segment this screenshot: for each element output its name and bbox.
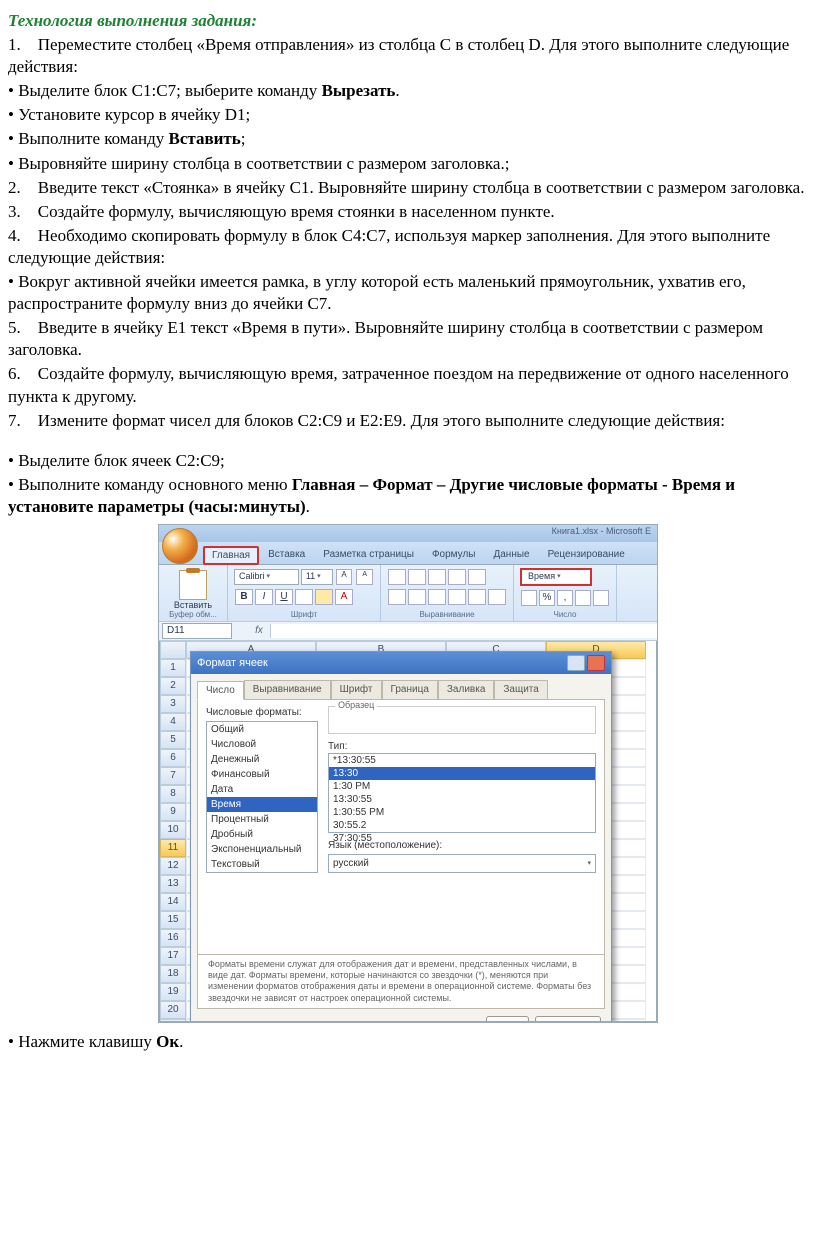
- font-size-dropdown[interactable]: 11▾: [301, 569, 333, 585]
- step-7: 7. Измените формат чисел для блоков С2:С…: [8, 410, 808, 432]
- underline-icon[interactable]: U: [275, 589, 293, 605]
- paste-icon[interactable]: [179, 570, 207, 600]
- name-box[interactable]: D11: [162, 623, 232, 639]
- bullet-1b: • Установите курсор в ячейку D1;: [8, 104, 808, 126]
- bullet-1a: • Выделите блок C1:C7; выберите команду …: [8, 80, 808, 102]
- dialog-help-icon[interactable]: [567, 655, 585, 671]
- tab-insert[interactable]: Вставка: [259, 545, 314, 564]
- dialog-close-icon[interactable]: [587, 655, 605, 671]
- type-listbox[interactable]: *13:30:5513:301:30 PM13:30:551:30:55 PM3…: [328, 753, 596, 833]
- office-button[interactable]: [162, 528, 198, 564]
- align-left-icon[interactable]: [388, 589, 406, 605]
- window-titlebar: Книга1.xlsx - Microsoft E: [159, 525, 657, 542]
- border-icon[interactable]: [295, 589, 313, 605]
- step-1: 1. Переместите столбец «Время отправлени…: [8, 34, 808, 78]
- dialog-tab-align[interactable]: Выравнивание: [244, 680, 331, 699]
- step-4: 4. Необходимо скопировать формулу в блок…: [8, 225, 808, 269]
- category-listbox[interactable]: ОбщийЧисловойДенежныйФинансовыйДатаВремя…: [206, 721, 318, 873]
- dialog-tab-number[interactable]: Число: [197, 681, 244, 700]
- dialog-tab-border[interactable]: Граница: [382, 680, 438, 699]
- ribbon-tabs: Главная Вставка Разметка страницы Формул…: [159, 542, 657, 565]
- bold-icon[interactable]: B: [235, 589, 253, 605]
- align-right-icon[interactable]: [428, 589, 446, 605]
- number-format-box[interactable]: Время▾: [520, 568, 592, 586]
- italic-icon[interactable]: I: [255, 589, 273, 605]
- orientation-icon[interactable]: [448, 569, 466, 585]
- step-5: 5. Введите в ячейку Е1 текст «Время в пу…: [8, 317, 808, 361]
- dialog-title: Формат ячеек: [197, 656, 268, 670]
- group-clipboard: Буфер обм...: [159, 610, 227, 620]
- locale-dropdown[interactable]: русский▾: [328, 854, 596, 873]
- percent-icon[interactable]: %: [539, 590, 555, 606]
- font-name-dropdown[interactable]: Calibri▾: [234, 569, 299, 585]
- category-label: Числовые форматы:: [206, 706, 318, 719]
- merge-icon[interactable]: [488, 589, 506, 605]
- tab-review[interactable]: Рецензирование: [539, 545, 634, 564]
- align-center-icon[interactable]: [408, 589, 426, 605]
- comma-icon[interactable]: ,: [557, 590, 573, 606]
- step-2: 2. Введите текст «Стоянка» в ячейку С1. …: [8, 177, 808, 199]
- align-bottom-icon[interactable]: [428, 569, 446, 585]
- step-3: 3. Создайте формулу, вычисляющую время с…: [8, 201, 808, 223]
- shrink-font-icon[interactable]: A: [356, 569, 373, 585]
- tab-data[interactable]: Данные: [484, 545, 538, 564]
- decrease-indent-icon[interactable]: [448, 589, 466, 605]
- align-top-icon[interactable]: [388, 569, 406, 585]
- dialog-tab-fill[interactable]: Заливка: [438, 680, 495, 699]
- bullet-1d: • Выровняйте ширину столбца в соответств…: [8, 153, 808, 175]
- type-label: Тип:: [328, 740, 596, 753]
- tab-formulas[interactable]: Формулы: [423, 545, 485, 564]
- fill-color-icon[interactable]: [315, 589, 333, 605]
- group-number: Число: [514, 610, 616, 620]
- bullet-8: • Нажмите клавишу Ок.: [8, 1031, 808, 1053]
- fx-icon[interactable]: fx: [252, 624, 266, 637]
- formula-input[interactable]: [270, 624, 657, 638]
- increase-decimal-icon[interactable]: [575, 590, 591, 606]
- section-title: Технология выполнения задания:: [8, 10, 808, 32]
- decrease-decimal-icon[interactable]: [593, 590, 609, 606]
- grow-font-icon[interactable]: A: [336, 569, 353, 585]
- excel-screenshot: Книга1.xlsx - Microsoft E Главная Вставк…: [158, 524, 658, 1023]
- tab-home[interactable]: Главная: [203, 546, 259, 565]
- wrap-text-icon[interactable]: [468, 569, 486, 585]
- group-font: Шрифт: [228, 610, 380, 620]
- bullet-4a: • Вокруг активной ячейки имеется рамка, …: [8, 271, 808, 315]
- bullet-7a: • Выделите блок ячеек С2:С9;: [8, 450, 808, 472]
- font-color-icon[interactable]: A: [335, 589, 353, 605]
- increase-indent-icon[interactable]: [468, 589, 486, 605]
- bullet-1c: • Выполните команду Вставить;: [8, 128, 808, 150]
- bullet-7b: • Выполните команду основного меню Главн…: [8, 474, 808, 518]
- dialog-note: Форматы времени служат для отображения д…: [197, 955, 605, 1009]
- sample-box: Образец: [328, 706, 596, 734]
- step-6: 6. Создайте формулу, вычисляющую время, …: [8, 363, 808, 407]
- group-align: Выравнивание: [381, 610, 513, 620]
- align-middle-icon[interactable]: [408, 569, 426, 585]
- currency-icon[interactable]: [521, 590, 537, 606]
- format-cells-dialog: Формат ячеек Число Выравнивание Шрифт Гр…: [190, 651, 612, 1022]
- locale-label: Язык (местоположение):: [328, 839, 596, 852]
- dialog-tab-protect[interactable]: Защита: [494, 680, 547, 699]
- tab-pagelayout[interactable]: Разметка страницы: [314, 545, 423, 564]
- dialog-tab-font[interactable]: Шрифт: [331, 680, 382, 699]
